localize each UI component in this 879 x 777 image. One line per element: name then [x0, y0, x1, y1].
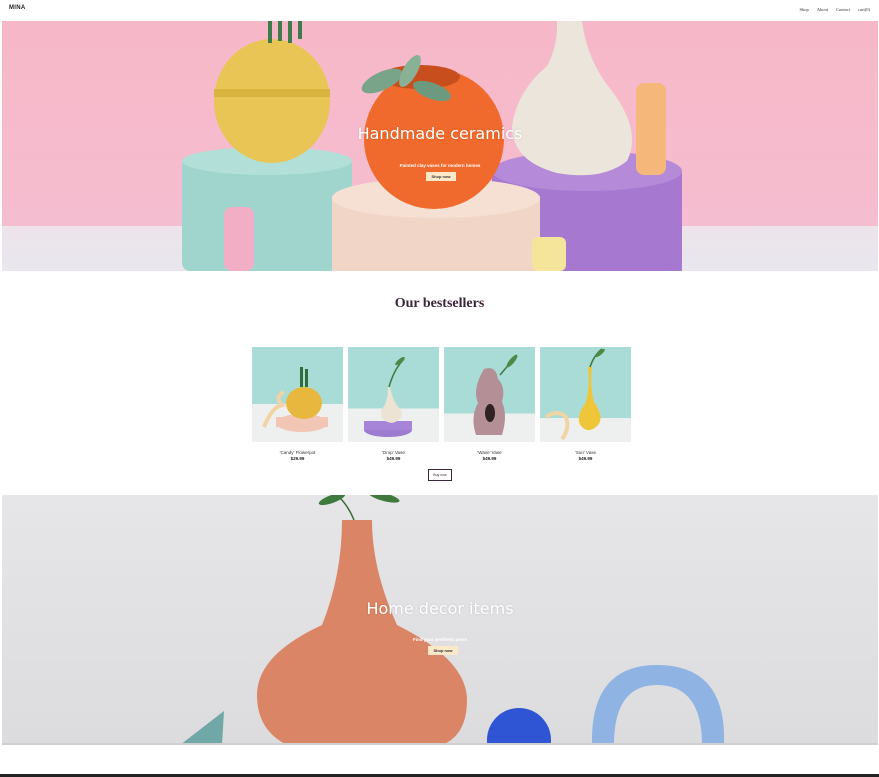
- top-nav: MINA Shop About Contact cart(0): [0, 0, 879, 20]
- nav-item-contact[interactable]: Contact: [836, 7, 850, 12]
- product-price: $29.99: [290, 456, 305, 461]
- sun-vase-image: [544, 348, 605, 441]
- home-decor-banner: Home decor items Find your aesthetic pie…: [2, 495, 878, 745]
- product-list: 'Candy' Flowerpot $29.99 'Drop' Vase $49…: [252, 347, 631, 461]
- flowerpot-image: [262, 367, 328, 432]
- nav-item-about[interactable]: About: [817, 7, 828, 12]
- hero-shop-now-button[interactable]: Shop now: [426, 172, 456, 181]
- brand-logo[interactable]: MINA: [9, 5, 26, 11]
- product-price: $49.99: [386, 456, 401, 461]
- home-decor-subtitle: Find your aesthetic piece: [412, 637, 467, 642]
- hero-banner: Handmade ceramics Painted clay vases for…: [2, 21, 878, 271]
- home-decor-image: [2, 495, 878, 745]
- bestsellers-title: Our bestsellers: [394, 296, 485, 311]
- product-card[interactable]: 'Wave' Vase $49.99: [444, 347, 535, 461]
- product-price: $49.99: [482, 456, 497, 461]
- nav-item-shop[interactable]: Shop: [799, 7, 808, 12]
- product-card[interactable]: 'Candy' Flowerpot $29.99: [252, 347, 343, 461]
- nav-menu: Shop About Contact cart(0): [799, 7, 870, 12]
- product-image[interactable]: [444, 347, 535, 442]
- home-decor-title: Home decor items: [366, 599, 514, 618]
- product-price: $49.99: [578, 456, 593, 461]
- drop-vase-image: [364, 356, 412, 437]
- hero-title: Handmade ceramics: [357, 124, 523, 143]
- hero-ceramics-image: [182, 21, 682, 271]
- home-decor-shop-now-button[interactable]: Shop now: [428, 646, 458, 655]
- product-name: 'Drop' Vase: [382, 450, 405, 455]
- buy-now-button[interactable]: Buy now: [428, 469, 452, 481]
- product-card[interactable]: 'Drop' Vase $49.99: [348, 347, 439, 461]
- product-name: 'Wave' Vase: [477, 450, 502, 455]
- product-image[interactable]: [348, 347, 439, 442]
- product-card[interactable]: 'Sun' Vase $49.99: [540, 347, 631, 461]
- product-image[interactable]: [540, 347, 631, 442]
- wave-vase-image: [473, 354, 518, 435]
- product-name: 'Sun' Vase: [575, 450, 596, 455]
- product-name: 'Candy' Flowerpot: [279, 450, 316, 455]
- product-image[interactable]: [252, 347, 343, 442]
- nav-item-cart[interactable]: cart(0): [858, 7, 870, 12]
- hero-subtitle: Painted clay vases for modern homes: [399, 163, 481, 168]
